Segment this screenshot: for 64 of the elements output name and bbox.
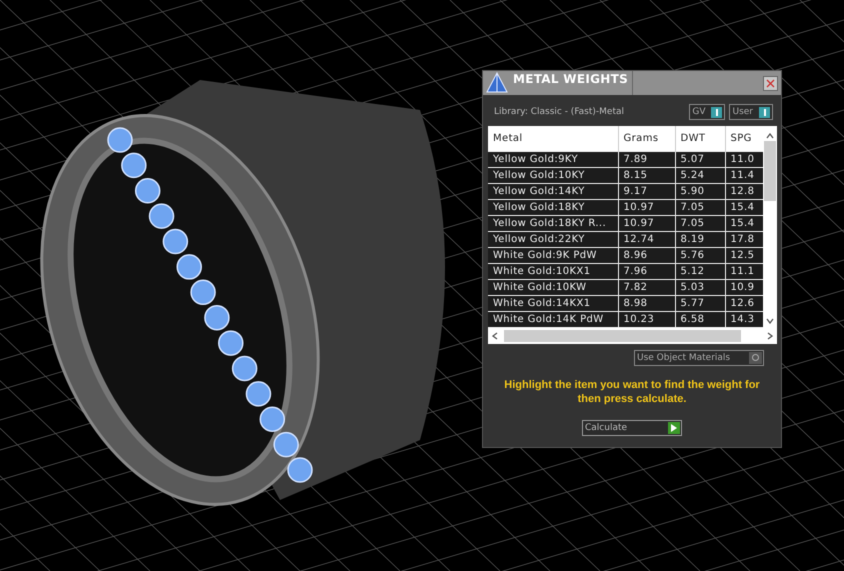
play-icon [671,424,677,432]
table-cell[interactable]: Yellow Gold:14KY [488,183,618,199]
table-cell[interactable]: White Gold:14KX1 [488,295,618,311]
table-cell[interactable]: Yellow Gold:22KY [488,231,618,247]
table-cell[interactable]: 5.03 [675,279,725,295]
table-cell[interactable]: Yellow Gold:18KY [488,199,618,215]
table-cell[interactable]: 12.6 [725,295,763,311]
table-cell[interactable]: 9.17 [618,183,675,199]
table-cell[interactable]: 7.82 [618,279,675,295]
close-button[interactable] [763,76,778,90]
table-cell[interactable]: 17.8 [725,231,763,247]
table-cell[interactable]: 7.05 [675,199,725,215]
table-cell[interactable]: 5.76 [675,247,725,263]
table-cell[interactable]: 10.97 [618,199,675,215]
table-cell[interactable]: 7.96 [618,263,675,279]
library-label: Library: Classic - (Fast)-Metal [494,107,624,117]
column-header[interactable]: DWT [675,126,725,151]
table-cell[interactable]: 7.89 [618,151,675,167]
table-cell[interactable]: 5.90 [675,183,725,199]
calculate-button[interactable]: Calculate [582,420,682,436]
column-header[interactable]: SPG [725,126,763,151]
table-cell[interactable]: 5.07 [675,151,725,167]
table-cell[interactable]: 11.0 [725,151,763,167]
table-cell[interactable]: 12.74 [618,231,675,247]
instruction-text: Highlight the item you want to find the weight for then press calculate. [503,378,761,406]
scroll-left-icon [492,332,498,340]
table-cell[interactable]: White Gold:9K PdW [488,247,618,263]
table-cell[interactable]: 11.4 [725,167,763,183]
scroll-up-icon [766,133,774,139]
table-cell[interactable]: 5.12 [675,263,725,279]
table-cell[interactable]: 15.4 [725,215,763,231]
close-icon [766,78,775,88]
table-cell[interactable]: 8.19 [675,231,725,247]
toggle-button[interactable]: User [729,104,773,120]
table-cell[interactable]: 10.23 [618,311,675,327]
column-header[interactable]: Metal [488,126,618,151]
table-cell[interactable]: 14.3 [725,311,763,327]
table-cell[interactable]: White Gold:10KX1 [488,263,618,279]
column-header[interactable]: Grams [618,126,675,151]
table-cell[interactable]: 6.58 [675,311,725,327]
table-cell[interactable]: White Gold:10KW [488,279,618,295]
panel-title: METAL WEIGHTS [513,72,628,86]
table-cell[interactable]: White Gold:14K PdW [488,311,618,327]
vertical-scrollbar[interactable] [763,126,777,328]
table-cell[interactable]: 12.5 [725,247,763,263]
table-cell[interactable]: Yellow Gold:10KY [488,167,618,183]
scroll-right-icon [767,332,773,340]
table-cell[interactable]: Yellow Gold:9KY [488,151,618,167]
toggle-button[interactable]: GV [689,104,726,120]
table-cell[interactable]: 11.1 [725,263,763,279]
table-cell[interactable]: Yellow Gold:18KY R... [488,215,618,231]
scroll-down-icon [766,318,774,324]
table-cell[interactable]: 5.24 [675,167,725,183]
pyramid-icon [485,72,509,94]
table-cell[interactable]: 8.96 [618,247,675,263]
table-cell[interactable]: 15.4 [725,199,763,215]
table-cell[interactable]: 5.77 [675,295,725,311]
table-cell[interactable]: 10.9 [725,279,763,295]
table-cell[interactable]: 10.97 [618,215,675,231]
table-cell[interactable]: 12.8 [725,183,763,199]
use-object-materials-toggle[interactable]: Use Object Materials [634,350,764,366]
table-cell[interactable]: 8.98 [618,295,675,311]
table-cell[interactable]: 8.15 [618,167,675,183]
table-cell[interactable]: 7.05 [675,215,725,231]
